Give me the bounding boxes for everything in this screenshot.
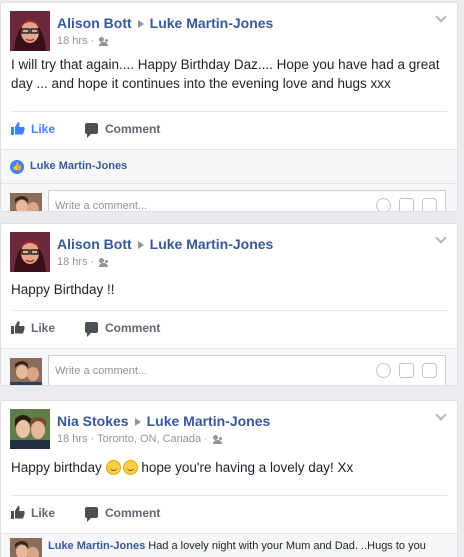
comment-button[interactable]: Comment [85,122,161,138]
camera-icon[interactable] [399,363,414,378]
input-icons [368,363,437,378]
chevron-down-icon[interactable] [435,409,447,421]
avatar[interactable] [10,232,50,272]
comment-button[interactable]: Comment [85,506,161,522]
sticker-icon[interactable] [422,198,437,211]
smile-icon[interactable] [376,363,391,378]
smile-icon[interactable] [376,198,391,211]
friends-icon[interactable] [212,434,224,444]
post-names: Alison Bott Luke Martin-Jones [57,15,273,31]
target-name[interactable]: Luke Martin-Jones [150,15,274,31]
like-button[interactable]: Like [11,506,55,520]
comment-item: Luke Martin-Jones Had a lovely night wit… [1,533,457,557]
like-badge-icon: 👍 [10,160,24,174]
post-time[interactable]: 18 hrs [57,433,88,445]
meta-separator: · [87,35,98,47]
like-icon [11,122,25,135]
comment-label: Comment [105,122,161,136]
post-time[interactable]: 18 hrs [57,35,88,47]
like-label: Like [31,321,56,335]
post-header: Nia Stokes Luke Martin-Jones 18 hrs · Tor… [1,401,457,449]
comment-button[interactable]: Comment [85,321,161,337]
meta-separator: · [201,433,211,445]
comment-input[interactable]: Write a comment... [48,355,446,385]
post-actions: Like Comment [11,111,447,149]
chevron-down-icon[interactable] [435,232,447,244]
post-meta: 18 hrs · Toronto, ON, Canada · [57,433,224,445]
chevron-down-icon[interactable] [435,11,447,23]
target-name[interactable]: Luke Martin-Jones [147,413,271,429]
author-name[interactable]: Alison Bott [57,236,132,252]
like-label: Like [31,122,56,136]
likes-summary: 👍 Luke Martin-Jones [1,149,457,183]
avatar[interactable] [10,538,42,557]
comment-composer: Write a comment... [1,183,457,212]
arrow-right-icon [134,417,141,426]
comment-input[interactable]: Write a comment... [48,190,446,212]
avatar[interactable] [10,11,50,51]
author-name[interactable]: Nia Stokes [57,413,129,429]
comment-placeholder: Write a comment... [55,200,148,212]
comment-icon [85,507,98,522]
author-name[interactable]: Alison Bott [57,15,132,31]
smiley-emoji [122,460,138,475]
post-card: Nia Stokes Luke Martin-Jones 18 hrs · Tor… [0,400,458,557]
post-actions: Like Comment [11,310,447,348]
post-actions: Like Comment [11,495,447,533]
comment-label: Comment [105,321,161,335]
post-text-start: Happy birthday [11,460,102,475]
like-button[interactable]: Like [11,122,55,136]
post-names: Nia Stokes Luke Martin-Jones [57,413,270,429]
post-location[interactable]: Toronto, ON, Canada [97,433,201,445]
comment-author[interactable]: Luke Martin-Jones [48,540,145,552]
post-names: Alison Bott Luke Martin-Jones [57,236,273,252]
comment-icon [85,322,98,337]
post-meta: 18 hrs · [57,35,110,47]
like-button[interactable]: Like [11,321,55,335]
comment-icon [85,123,98,138]
like-icon [11,506,25,519]
arrow-right-icon [137,240,144,249]
sticker-icon[interactable] [422,363,437,378]
post-text-end: hope you're having a lovely day! Xx [141,460,354,475]
comment-text: Luke Martin-Jones Had a lovely night wit… [48,539,437,557]
avatar[interactable] [10,193,42,211]
post-time[interactable]: 18 hrs [57,256,88,268]
camera-icon[interactable] [399,198,414,211]
post-text: Happy Birthday !! [11,282,115,297]
post-meta: 18 hrs · [57,256,110,268]
like-label: Like [31,506,56,520]
post-card: Alison Bott Luke Martin-Jones 18 hrs · Ha… [0,223,458,386]
avatar[interactable] [10,358,42,385]
like-icon [11,321,25,334]
input-icons [368,198,437,211]
target-name[interactable]: Luke Martin-Jones [150,236,274,252]
liker-name[interactable]: Luke Martin-Jones [30,160,127,172]
comment-placeholder: Write a comment... [55,365,148,377]
post-text: I will try that again.... Happy Birthday… [11,57,440,91]
friends-icon[interactable] [99,257,110,267]
avatar[interactable] [10,409,50,449]
smiley-emoji [105,460,121,475]
comment-composer: Write a comment... [1,348,457,385]
post-header: Alison Bott Luke Martin-Jones 18 hrs · [1,224,457,272]
arrow-right-icon [137,19,144,28]
post-card: Alison Bott Luke Martin-Jones 18 hrs · I … [0,2,458,212]
meta-separator: · [87,256,98,268]
friends-icon[interactable] [99,36,110,46]
comment-label: Comment [105,506,161,520]
post-text: Happy birthday hope you're having a love… [1,447,457,485]
post-header: Alison Bott Luke Martin-Jones 18 hrs · [1,3,457,51]
meta-separator: · [87,433,98,445]
